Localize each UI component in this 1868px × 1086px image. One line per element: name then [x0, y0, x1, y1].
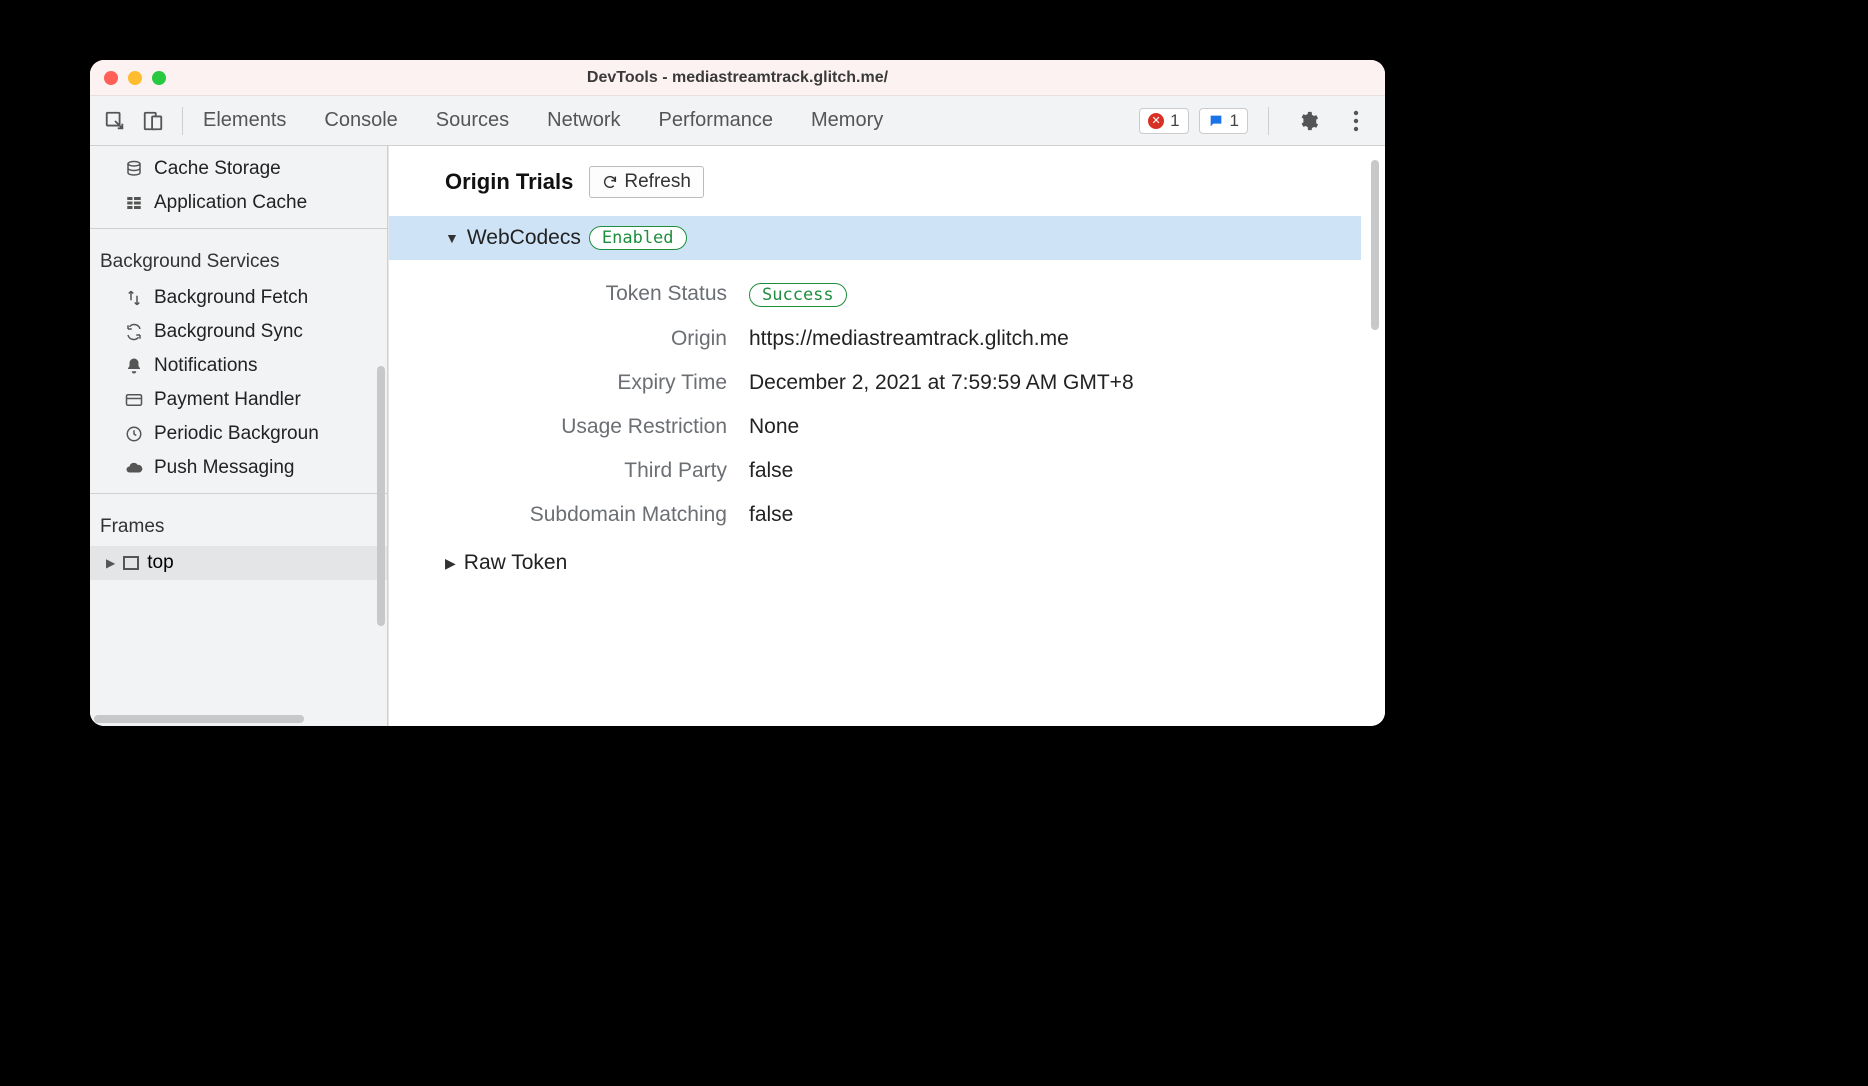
tab-memory[interactable]: Memory	[809, 105, 885, 136]
raw-token-row[interactable]: ▶ Raw Token	[389, 537, 1385, 575]
trial-details: Token Status Success Origin https://medi…	[389, 260, 1385, 537]
expand-icon: ▶	[106, 556, 115, 570]
sidebar-item-background-sync[interactable]: Background Sync	[90, 315, 387, 349]
settings-icon[interactable]	[1289, 102, 1327, 140]
database-icon	[124, 160, 144, 178]
inspect-element-icon[interactable]	[96, 102, 134, 140]
error-count-badge[interactable]: ✕ 1	[1139, 108, 1188, 134]
scrollbar-thumb[interactable]	[1371, 160, 1379, 330]
usage-restriction-label: Usage Restriction	[389, 415, 749, 439]
sidebar-item-label: Application Cache	[154, 192, 307, 214]
sidebar-item-background-fetch[interactable]: Background Fetch	[90, 281, 387, 315]
application-sidebar: Cache Storage Application Cache Backgrou…	[90, 146, 388, 726]
trial-name: WebCodecs	[467, 226, 581, 250]
card-icon	[124, 391, 144, 409]
panel-heading: Origin Trials	[445, 169, 573, 195]
refresh-icon	[602, 174, 618, 190]
origin-label: Origin	[389, 327, 749, 351]
sidebar-divider	[90, 228, 387, 229]
sidebar-item-label: Push Messaging	[154, 457, 294, 479]
message-icon	[1208, 113, 1224, 129]
sidebar-item-cache-storage[interactable]: Cache Storage	[90, 152, 387, 186]
sidebar-item-payment-handler[interactable]: Payment Handler	[90, 383, 387, 417]
tab-console[interactable]: Console	[322, 105, 399, 136]
tab-elements[interactable]: Elements	[201, 105, 288, 136]
usage-restriction-value: None	[749, 415, 799, 439]
scrollbar-thumb[interactable]	[94, 715, 304, 723]
frame-icon	[123, 556, 139, 570]
sidebar-item-push-messaging[interactable]: Push Messaging	[90, 451, 387, 485]
tab-performance[interactable]: Performance	[657, 105, 776, 136]
expiry-label: Expiry Time	[389, 371, 749, 395]
toolbar-separator	[182, 107, 183, 135]
minimize-window-button[interactable]	[128, 71, 142, 85]
clock-icon	[124, 425, 144, 443]
sidebar-horizontal-scrollbar[interactable]	[90, 712, 387, 726]
raw-token-label: Raw Token	[464, 551, 568, 575]
grid-icon	[124, 194, 144, 212]
sidebar-item-frame-top[interactable]: ▶ top	[90, 546, 387, 580]
subdomain-matching-label: Subdomain Matching	[389, 503, 749, 527]
panel-tabs: Elements Console Sources Network Perform…	[193, 105, 1139, 136]
devtools-window: DevTools - mediastreamtrack.glitch.me/ E…	[90, 60, 1385, 726]
sidebar-group-frames: Frames	[90, 502, 387, 546]
tab-network[interactable]: Network	[545, 105, 622, 136]
error-count: 1	[1170, 111, 1179, 131]
sync-icon	[124, 323, 144, 341]
refresh-label: Refresh	[624, 171, 691, 193]
sidebar-divider	[90, 493, 387, 494]
toolbar-separator	[1268, 107, 1269, 135]
subdomain-matching-value: false	[749, 503, 793, 527]
sidebar-item-label: Cache Storage	[154, 158, 281, 180]
trial-row-webcodecs[interactable]: ▼ WebCodecs Enabled	[389, 216, 1361, 260]
close-window-button[interactable]	[104, 71, 118, 85]
enabled-badge: Enabled	[589, 226, 687, 250]
sidebar-group-background-services: Background Services	[90, 237, 387, 281]
main-vertical-scrollbar[interactable]	[1371, 160, 1379, 717]
window-controls	[104, 71, 166, 85]
third-party-label: Third Party	[389, 459, 749, 483]
window-title: DevTools - mediastreamtrack.glitch.me/	[90, 69, 1385, 87]
bell-icon	[124, 357, 144, 375]
origin-value: https://mediastreamtrack.glitch.me	[749, 327, 1069, 351]
tab-sources[interactable]: Sources	[434, 105, 511, 136]
more-options-icon[interactable]	[1337, 102, 1375, 140]
fetch-icon	[124, 289, 144, 307]
sidebar-item-label: Background Sync	[154, 321, 303, 343]
sidebar-item-label: Background Fetch	[154, 287, 308, 309]
sidebar-item-label: Periodic Backgroun	[154, 423, 319, 445]
token-status-badge: Success	[749, 283, 847, 307]
collapse-icon: ▼	[445, 230, 459, 246]
devtools-toolbar: Elements Console Sources Network Perform…	[90, 96, 1385, 146]
error-icon: ✕	[1148, 113, 1164, 129]
refresh-button[interactable]: Refresh	[589, 166, 704, 198]
sidebar-item-periodic-background[interactable]: Periodic Backgroun	[90, 417, 387, 451]
cloud-icon	[124, 459, 144, 477]
sidebar-vertical-scrollbar[interactable]	[377, 366, 385, 696]
third-party-value: false	[749, 459, 793, 483]
titlebar: DevTools - mediastreamtrack.glitch.me/	[90, 60, 1385, 96]
message-count-badge[interactable]: 1	[1199, 108, 1248, 134]
device-toolbar-icon[interactable]	[134, 102, 172, 140]
message-count: 1	[1230, 111, 1239, 131]
sidebar-item-notifications[interactable]: Notifications	[90, 349, 387, 383]
zoom-window-button[interactable]	[152, 71, 166, 85]
sidebar-item-label: Payment Handler	[154, 389, 301, 411]
token-status-label: Token Status	[389, 282, 749, 307]
sidebar-item-application-cache[interactable]: Application Cache	[90, 186, 387, 220]
sidebar-item-label: top	[147, 552, 173, 574]
sidebar-item-label: Notifications	[154, 355, 258, 377]
expand-icon: ▶	[445, 555, 456, 572]
scrollbar-thumb[interactable]	[377, 366, 385, 626]
expiry-value: December 2, 2021 at 7:59:59 AM GMT+8	[749, 371, 1134, 395]
origin-trials-panel: Origin Trials Refresh ▼ WebCodecs Enable…	[388, 146, 1385, 726]
